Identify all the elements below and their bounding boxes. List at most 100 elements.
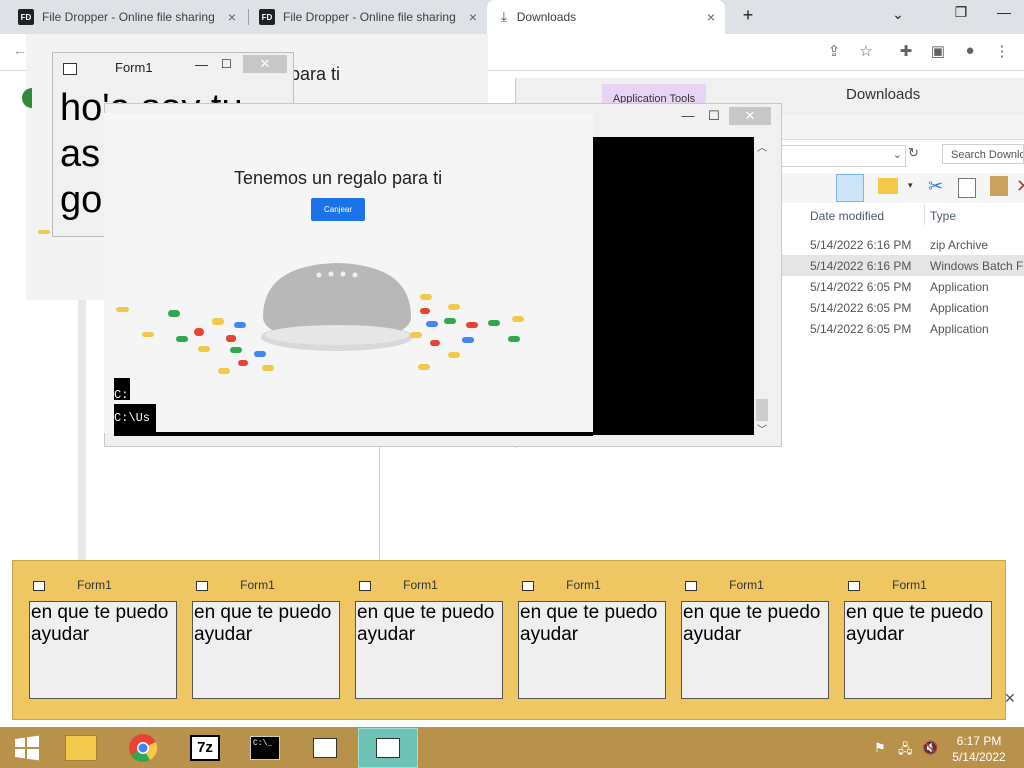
address-bar[interactable]: ⌄	[780, 145, 906, 167]
cut-icon[interactable]: ✂	[928, 176, 943, 197]
tab-title: File Dropper - Online file sharing	[283, 10, 456, 24]
confetti	[420, 294, 432, 300]
form1-mini-window[interactable]: Form1 en que te puedo ayudar	[339, 561, 503, 721]
action-center-icon[interactable]: ⚑	[874, 740, 886, 756]
column-header-type[interactable]: Type	[930, 209, 956, 223]
tab-file-dropper-2[interactable]: FD File Dropper - Online file sharing ×	[241, 0, 487, 34]
row-type[interactable]: Application	[930, 301, 989, 315]
browser-tab-strip: FD File Dropper - Online file sharing × …	[0, 0, 1024, 34]
row-type[interactable]: Application	[930, 322, 989, 336]
confetti	[262, 365, 274, 371]
row-date[interactable]: 5/14/2022 6:05 PM	[810, 301, 911, 315]
row-date[interactable]: 5/14/2022 6:16 PM	[810, 259, 911, 273]
row-type[interactable]: Windows Batch File	[930, 259, 1024, 273]
close-tab-icon[interactable]: ×	[707, 9, 715, 25]
folder-icon[interactable]	[298, 728, 352, 768]
minimize-button[interactable]: —	[195, 57, 208, 72]
form1-mini-window[interactable]: Form1 en que te puedo ayudar	[502, 561, 666, 721]
ad-heading: Tenemos un regalo para ti	[233, 168, 443, 188]
clock-date: 5/14/2022	[952, 750, 1006, 764]
form1-mini-window[interactable]: Form1 en que te puedo ayudar	[828, 561, 992, 721]
confetti	[176, 336, 188, 342]
maximize-button[interactable]: ☐	[701, 108, 727, 126]
form1-title: Form1	[240, 578, 275, 592]
volume-muted-icon[interactable]: 🔇	[922, 740, 938, 756]
form1-message: en que te puedo ayudar	[355, 601, 503, 699]
confetti	[466, 322, 478, 328]
scroll-thumb[interactable]	[756, 399, 768, 421]
row-type[interactable]: zip Archive	[930, 238, 988, 252]
minimize-window-button[interactable]: —	[990, 4, 1018, 20]
tab-search-dropdown-icon[interactable]: ⌄	[884, 6, 912, 23]
file-dropper-favicon: FD	[18, 9, 34, 25]
form1-mini-window[interactable]: Form1 en que te puedo ayudar	[665, 561, 829, 721]
confetti	[254, 351, 266, 357]
delete-icon[interactable]: ✕	[1016, 176, 1024, 197]
download-icon: ⤓	[501, 9, 507, 24]
form1-message: en que te puedo ayudar	[192, 601, 340, 699]
tab-title: File Dropper - Online file sharing	[42, 10, 215, 24]
network-icon[interactable]: 🖧	[898, 740, 913, 762]
chrome-icon[interactable]	[116, 728, 170, 768]
form-icon	[63, 63, 77, 75]
chrome-logo-fragment	[22, 88, 32, 108]
refresh-icon[interactable]: ↻	[908, 145, 919, 161]
close-tab-icon[interactable]: ×	[469, 9, 477, 25]
7zip-icon[interactable]: 7z	[178, 728, 232, 768]
form1-message: en que te puedo ayudar	[844, 601, 992, 699]
confetti	[488, 320, 500, 326]
confetti	[448, 304, 460, 310]
restore-window-button[interactable]: ❐	[947, 4, 975, 21]
copy-icon[interactable]	[958, 178, 976, 198]
tab-downloads[interactable]: ⤓ Downloads ×	[487, 0, 725, 34]
close-button[interactable]: ✕	[729, 107, 771, 125]
menu-icon[interactable]: ⋮	[992, 42, 1012, 60]
file-explorer-icon[interactable]	[54, 728, 108, 768]
column-header-date[interactable]: Date modified	[810, 209, 884, 223]
close-tab-icon[interactable]: ×	[228, 9, 236, 25]
column-divider	[924, 205, 925, 225]
extensions-icon[interactable]: ✚	[896, 42, 916, 60]
row-date[interactable]: 5/14/2022 6:05 PM	[810, 280, 911, 294]
move-to-folder-icon[interactable]	[878, 178, 898, 194]
chevron-down-icon[interactable]: ⌄	[893, 148, 902, 161]
scroll-up-icon[interactable]: ︿	[757, 139, 767, 154]
smart-speaker-image	[261, 263, 413, 351]
row-date[interactable]: 5/14/2022 6:16 PM	[810, 238, 911, 252]
row-type[interactable]: Application	[930, 280, 989, 294]
share-icon[interactable]: ⇪	[824, 42, 844, 60]
folder-active-icon[interactable]	[358, 728, 418, 768]
form1-ayuda-bar: Form1 en que te puedo ayudar Form1 en qu…	[12, 560, 1006, 720]
scroll-down-icon[interactable]: ﹀	[757, 421, 767, 436]
confetti	[418, 364, 430, 370]
tab-title: Downloads	[516, 10, 577, 24]
form1-title: Form1	[566, 578, 601, 592]
form1-title: Form1	[77, 578, 112, 592]
system-clock[interactable]: 6:17 PM 5/14/2022	[944, 733, 1014, 765]
maximize-button[interactable]: ☐	[221, 57, 232, 71]
close-icon[interactable]: ✕	[1004, 690, 1016, 707]
layout-pane-icon[interactable]	[836, 174, 864, 202]
sidepanel-icon[interactable]: ▣	[928, 42, 948, 60]
windows-start-icon[interactable]	[0, 728, 54, 768]
row-date[interactable]: 5/14/2022 6:05 PM	[810, 322, 911, 336]
confetti	[430, 340, 440, 346]
form1-mini-window[interactable]: Form1 en que te puedo ayudar	[13, 561, 177, 721]
tab-file-dropper-1[interactable]: FD File Dropper - Online file sharing ×	[0, 0, 246, 34]
confetti	[230, 347, 242, 353]
confetti	[194, 328, 204, 336]
new-tab-button[interactable]: +	[734, 5, 762, 26]
paste-icon[interactable]	[990, 176, 1008, 196]
search-input[interactable]: Search Downloads	[942, 144, 1024, 164]
minimize-button[interactable]: —	[675, 108, 701, 126]
redeem-button[interactable]: Canjear	[311, 198, 365, 221]
scrollbar[interactable]: ︿ ﹀	[754, 137, 771, 436]
star-icon[interactable]: ☆	[856, 42, 876, 60]
confetti	[508, 336, 520, 342]
form1-mini-window[interactable]: Form1 en que te puedo ayudar	[176, 561, 340, 721]
chevron-down-icon[interactable]: ▾	[908, 180, 913, 191]
close-button[interactable]: ✕	[243, 55, 287, 73]
cmd-icon[interactable]: C:\_	[238, 728, 292, 768]
cmd-output-line: C:\Us	[114, 411, 151, 425]
profile-icon[interactable]: ●	[960, 42, 980, 59]
